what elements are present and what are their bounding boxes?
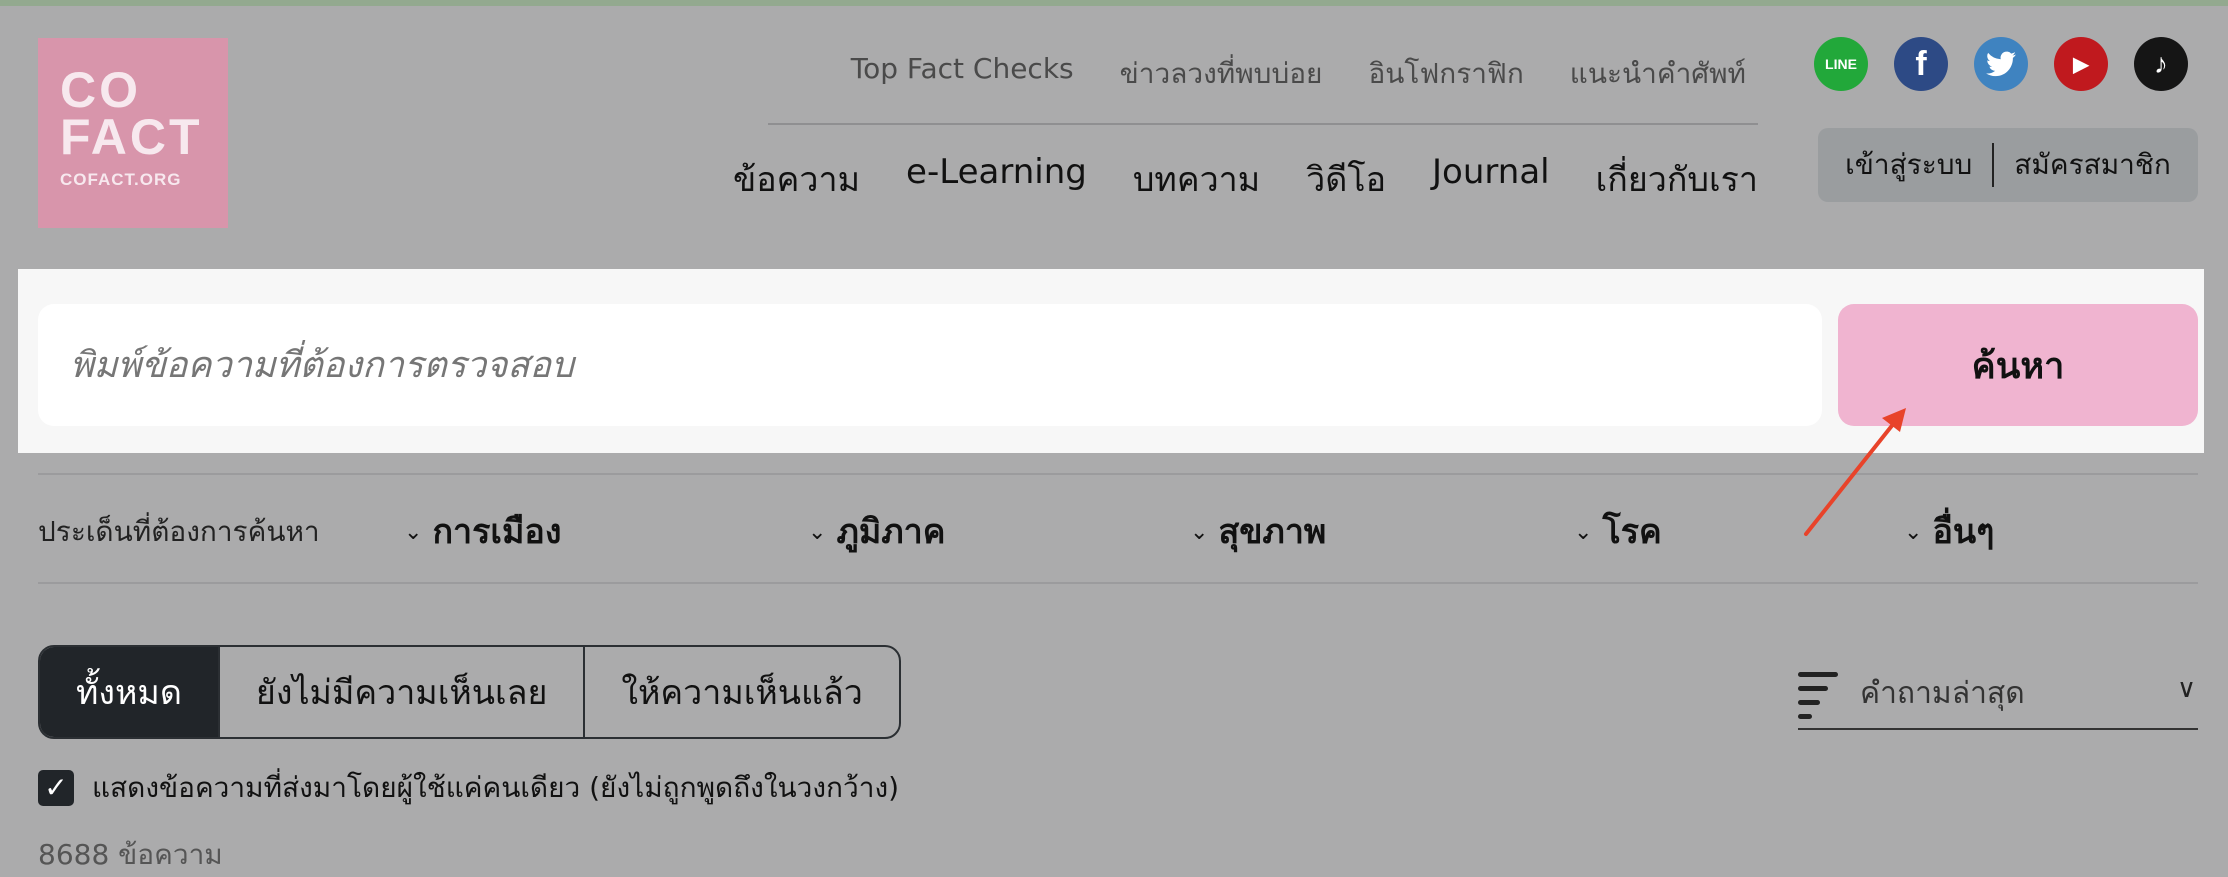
top-link-glossary[interactable]: แนะนำคำศัพท์ [1570,52,1746,96]
sort-icon [1798,672,1838,728]
twitter-bird-icon [1986,51,2016,77]
login-link[interactable]: เข้าสู่ระบบ [1845,143,1972,187]
logo-domain-text: COFACT.ORG [60,170,182,189]
chevron-down-icon: ⌄ [808,520,827,545]
filter-disease[interactable]: ⌄ โรค [1574,504,1662,558]
tiktok-icon[interactable]: ♪ [2134,37,2188,91]
line-icon[interactable]: LINE [1814,37,1868,91]
tab-commented[interactable]: ให้ความเห็นแล้ว [585,647,898,737]
filter-health[interactable]: ⌄ สุขภาพ [1190,504,1326,558]
nav-item-about[interactable]: เกี่ยวกับเรา [1596,152,1758,206]
chevron-down-icon: ∨ [2176,674,2196,704]
search-input[interactable] [38,304,1822,426]
nav-item-videos[interactable]: วิดีโอ [1306,152,1386,206]
chevron-down-icon: ⌄ [1574,520,1593,545]
sort-select[interactable]: คำถามล่าสุด ∨ [1798,660,2198,730]
auth-separator [1992,143,1995,187]
result-count: 8688 ข้อความ [38,838,223,871]
chevron-down-icon: ⌄ [1190,520,1209,545]
chevron-down-icon: ⌄ [404,520,423,545]
nav-item-messages[interactable]: ข้อความ [733,152,860,206]
top-link-top-fact-checks[interactable]: Top Fact Checks [851,52,1074,96]
main-nav: ข้อความ e-Learning บทความ วิดีโอ Journal… [733,152,1758,206]
top-accent-line [0,0,2228,6]
filter-region[interactable]: ⌄ ภูมิภาค [808,504,946,558]
tab-all[interactable]: ทั้งหมด [40,647,220,737]
top-links: Top Fact Checks ข่าวลวงที่พบบ่อย อินโฟกร… [851,52,1746,96]
message-filter-tabs: ทั้งหมด ยังไม่มีความเห็นเลย ให้ความเห็นแ… [38,645,901,739]
tab-no-comments[interactable]: ยังไม่มีความเห็นเลย [220,647,586,737]
annotation-arrow [1804,408,1906,536]
filter-bottom-divider [38,582,2198,584]
twitter-icon[interactable] [1974,37,2028,91]
filter-label: ประเด็นที่ต้องการค้นหา [38,515,320,548]
nav-item-journal[interactable]: Journal [1432,152,1550,206]
single-user-filter: ✓ แสดงข้อความที่ส่งมาโดยผู้ใช้แค่คนเดียว… [38,766,899,810]
filter-politics[interactable]: ⌄ การเมือง [404,504,561,558]
cofact-logo[interactable]: CO FACT COFACT.ORG [38,38,228,228]
facebook-icon[interactable]: f [1894,37,1948,91]
auth-box: เข้าสู่ระบบ สมัครสมาชิก [1818,128,2198,202]
youtube-icon[interactable]: ▶ [2054,37,2108,91]
top-link-common-fakes[interactable]: ข่าวลวงที่พบบ่อย [1120,52,1323,96]
single-user-checkbox-label: แสดงข้อความที่ส่งมาโดยผู้ใช้แค่คนเดียว (… [92,771,900,804]
top-link-infographic[interactable]: อินโฟกราฟิก [1368,52,1523,96]
social-links: LINE f ▶ ♪ [1814,37,2188,91]
nav-item-articles[interactable]: บทความ [1133,152,1260,206]
single-user-checkbox[interactable]: ✓ [38,770,74,806]
register-link[interactable]: สมัครสมาชิก [2014,143,2171,187]
sort-selected-value: คำถามล่าสุด [1860,676,2025,711]
nav-item-elearning[interactable]: e-Learning [906,152,1087,206]
logo-fact-text: FACT [60,109,203,165]
nav-divider [768,123,1758,125]
